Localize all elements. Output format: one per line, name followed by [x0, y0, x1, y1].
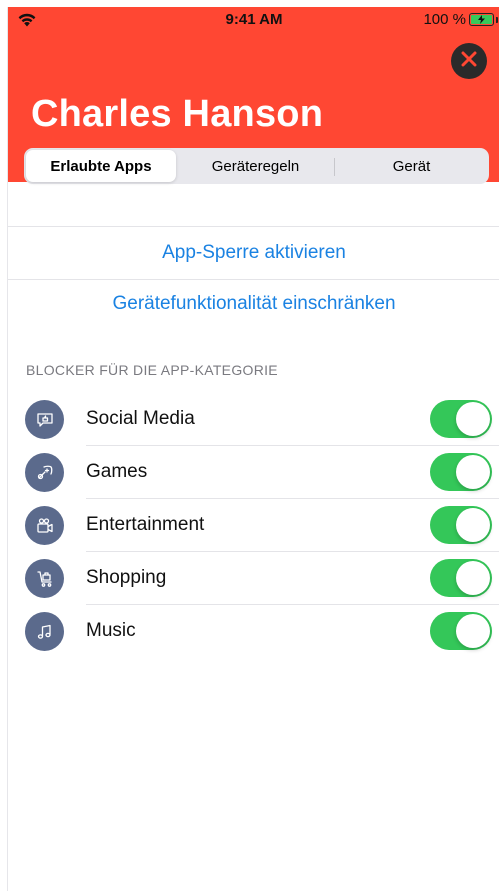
video-camera-icon — [25, 506, 64, 545]
close-icon — [461, 51, 477, 72]
music-toggle[interactable] — [430, 612, 492, 650]
toggle-knob — [456, 561, 490, 595]
category-label: Games — [86, 461, 148, 482]
category-row-social-media: Social Media — [8, 393, 499, 446]
social-media-icon — [25, 400, 64, 439]
section-header: BLOCKER FÜR DIE APP-KATEGORIE — [26, 362, 278, 378]
entertainment-toggle[interactable] — [430, 506, 492, 544]
battery-charging-icon — [469, 13, 494, 26]
close-button[interactable] — [451, 43, 487, 79]
battery-percent: 100 % — [423, 11, 466, 28]
gamepad-icon — [25, 453, 64, 492]
toggle-knob — [456, 455, 490, 489]
toggle-knob — [456, 402, 490, 436]
category-row-entertainment: Entertainment — [8, 499, 499, 552]
page-title: Charles Hanson — [31, 93, 324, 135]
category-label: Music — [86, 620, 136, 641]
shopping-toggle[interactable] — [430, 559, 492, 597]
category-label: Social Media — [86, 408, 195, 429]
category-row-games: Games — [8, 446, 499, 499]
tab-erlaubte-apps[interactable]: Erlaubte Apps — [26, 150, 176, 182]
games-toggle[interactable] — [430, 453, 492, 491]
category-label: Shopping — [86, 567, 167, 588]
app-lock-button[interactable]: App-Sperre aktivieren — [8, 226, 499, 279]
social-media-toggle[interactable] — [430, 400, 492, 438]
shopping-cart-icon — [25, 559, 64, 598]
restrict-device-button[interactable]: Gerätefunktionalität einschränken — [8, 277, 499, 330]
toggle-knob — [456, 508, 490, 542]
tab-geraet[interactable]: Gerät — [336, 150, 487, 182]
tab-geraeteregeln[interactable]: Geräteregeln — [179, 150, 332, 182]
category-label: Entertainment — [86, 514, 205, 535]
screen: 9:41 AM 100 % Charles Hanson Erlaubte Ap… — [7, 7, 499, 891]
music-note-icon — [25, 612, 64, 651]
battery-tip — [496, 17, 498, 23]
category-row-shopping: Shopping — [8, 552, 499, 605]
segmented-control: Erlaubte Apps Geräteregeln Gerät — [24, 148, 489, 184]
segment-divider — [334, 158, 335, 176]
category-row-music: Music — [8, 605, 499, 658]
status-bar: 9:41 AM 100 % — [8, 7, 499, 33]
toggle-knob — [456, 614, 490, 648]
